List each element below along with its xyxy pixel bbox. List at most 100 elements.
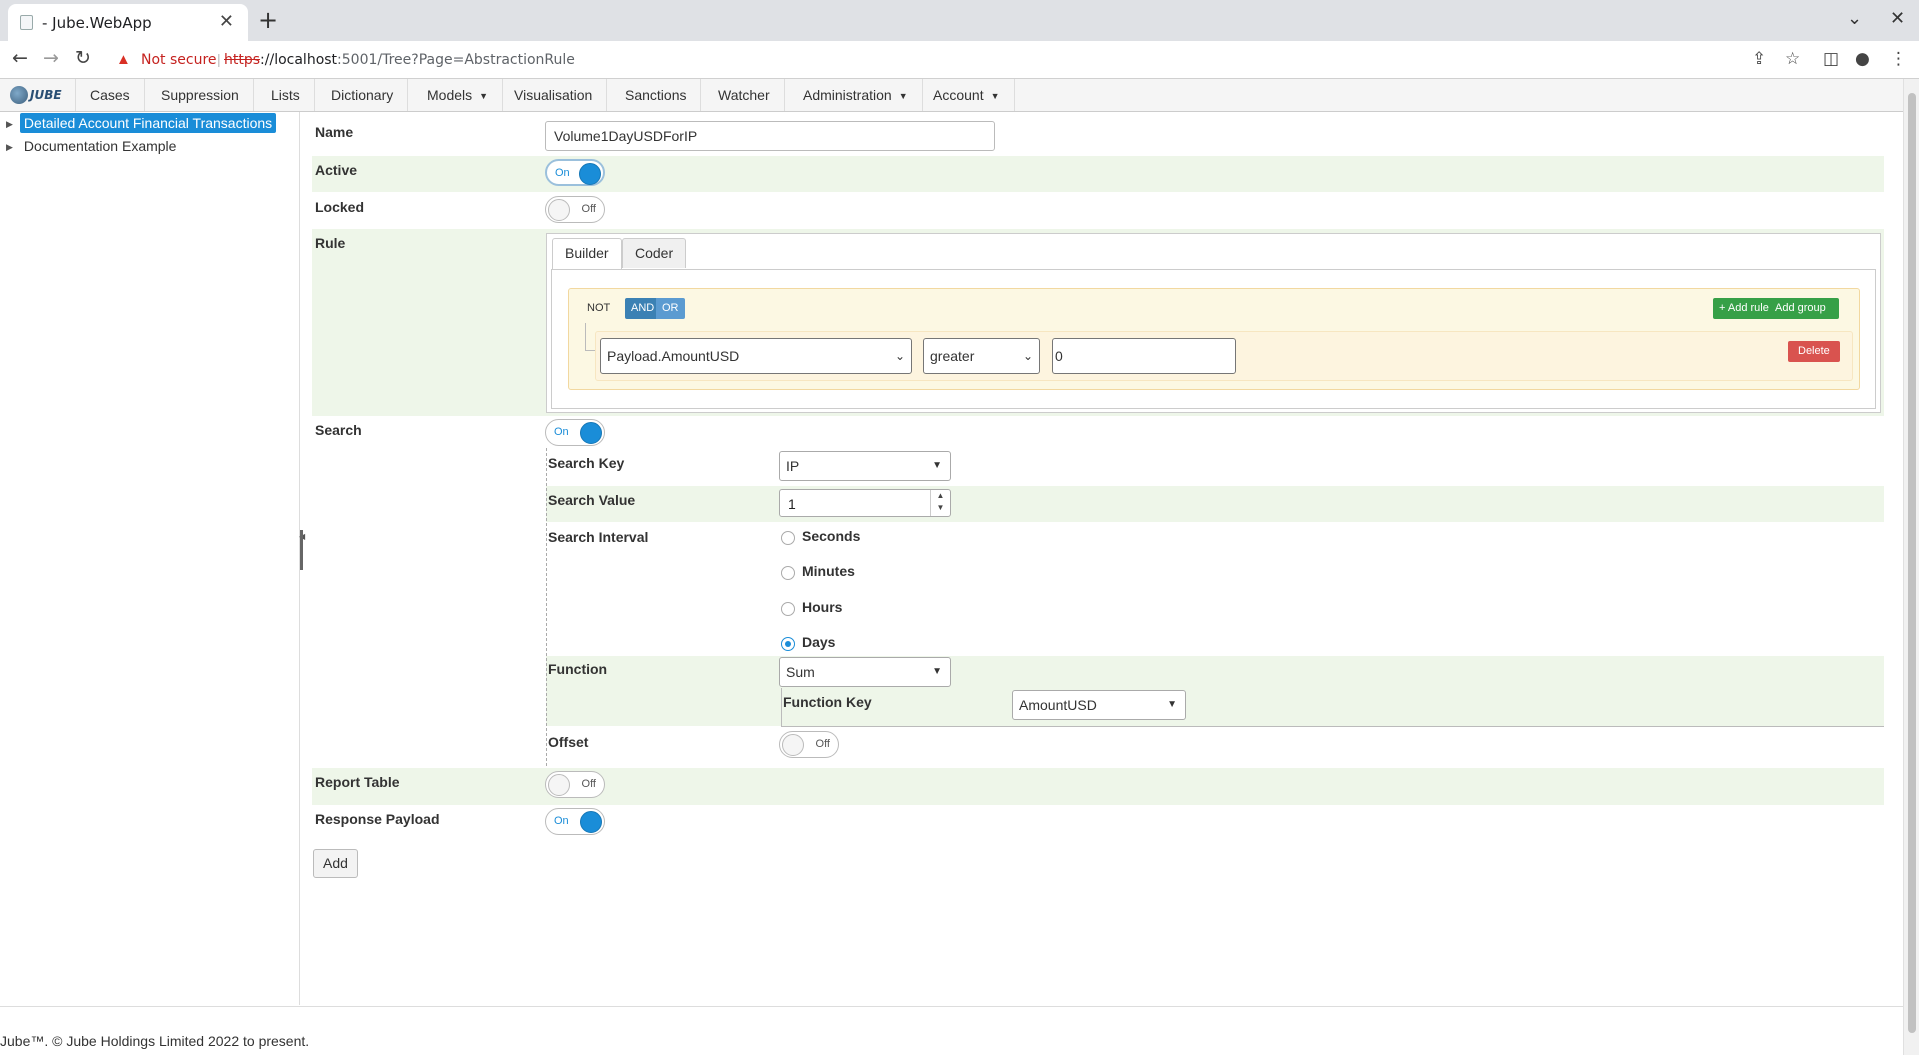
nav-dictionary[interactable]: Dictionary [317, 79, 409, 111]
search-block-border [546, 448, 547, 766]
function-key-underline [781, 726, 1884, 727]
page-favicon-icon [20, 15, 33, 30]
radio-days[interactable] [781, 637, 795, 651]
nav-visualisation[interactable]: Visualisation [500, 79, 608, 111]
browser-tab-strip: - Jube.WebApp ✕ + ⌄ ✕ [0, 0, 1919, 41]
radio-days-label: Days [802, 634, 836, 650]
nav-administration[interactable]: Administration ▼ [789, 79, 923, 111]
caret-down-icon: ▼ [898, 91, 908, 101]
nav-models[interactable]: Models ▼ [413, 79, 504, 111]
function-key-select[interactable]: AmountUSD ▼ [1012, 690, 1186, 720]
search-toggle[interactable]: On [545, 419, 605, 446]
pane-splitter[interactable] [300, 530, 303, 570]
rule-value-input[interactable]: 0 [1052, 338, 1236, 374]
menu-icon[interactable]: ⋮ [1890, 49, 1907, 69]
caret-down-icon: ▼ [479, 91, 489, 101]
logo-text: JUBE [30, 88, 62, 102]
reload-icon[interactable]: ↻ [75, 47, 91, 69]
tab-builder[interactable]: Builder [552, 238, 622, 269]
jube-logo[interactable]: JUBE [10, 84, 62, 106]
and-button[interactable]: AND [625, 298, 661, 319]
or-button[interactable]: OR [656, 298, 685, 319]
browser-tab-title: - Jube.WebApp [42, 14, 152, 32]
tree-item-detailed-account[interactable]: ▶ Detailed Account Financial Transactions [6, 113, 277, 133]
model-tree: ▶ Detailed Account Financial Transactions… [0, 112, 300, 1005]
browser-toolbar: ← → ↻ ▲ Not secure | https://localhost:5… [0, 41, 1919, 79]
close-window-icon[interactable]: ✕ [1890, 8, 1905, 29]
locked-toggle[interactable]: Off [545, 196, 605, 223]
tree-item-documentation-example[interactable]: ▶ Documentation Example [6, 138, 180, 154]
report-table-toggle[interactable]: Off [545, 771, 605, 798]
nav-cases[interactable]: Cases [75, 79, 145, 111]
offset-toggle[interactable]: Off [779, 731, 839, 758]
nav-suppression[interactable]: Suppression [147, 79, 254, 111]
scrollbar-thumb[interactable] [1908, 93, 1916, 1033]
url-text: https://localhost:5001/Tree?Page=Abstrac… [224, 52, 575, 68]
name-input[interactable]: Volume1DayUSDForIP [545, 121, 995, 151]
caret-down-icon: ▼ [990, 91, 1000, 101]
rule-field-select[interactable]: Payload.AmountUSD ⌄ [600, 338, 912, 374]
response-payload-label: Response Payload [315, 811, 440, 827]
radio-minutes-label: Minutes [802, 563, 855, 579]
new-tab-icon[interactable]: + [258, 6, 278, 34]
share-icon[interactable]: ⇪ [1752, 49, 1766, 69]
radio-minutes[interactable] [781, 566, 795, 580]
chevron-down-icon[interactable]: ⌄ [1847, 8, 1862, 29]
url-separator: | [217, 51, 221, 67]
search-value-label: Search Value [548, 492, 636, 508]
chevron-down-icon: ⌄ [1022, 349, 1033, 363]
search-value-stepper[interactable]: 1 ▲ ▼ [779, 489, 951, 517]
chevron-down-icon: ⌄ [894, 349, 905, 363]
radio-hours[interactable] [781, 602, 795, 616]
function-key-border [781, 688, 782, 726]
function-select[interactable]: Sum ▼ [779, 657, 951, 687]
search-key-select[interactable]: IP ▼ [779, 451, 951, 481]
close-tab-icon[interactable]: ✕ [219, 11, 234, 32]
app-navbar: JUBE Cases Suppression Lists Dictionary … [0, 79, 1903, 112]
locked-label: Locked [315, 199, 365, 215]
nav-account[interactable]: Account ▼ [919, 79, 1015, 111]
report-table-label: Report Table [315, 774, 400, 790]
nav-watcher[interactable]: Watcher [704, 79, 785, 111]
radio-seconds[interactable] [781, 531, 795, 545]
tab-coder[interactable]: Coder [622, 238, 687, 268]
delete-rule-button[interactable]: Delete [1788, 341, 1840, 362]
expand-arrow-icon[interactable]: ▶ [6, 119, 13, 129]
star-icon[interactable]: ☆ [1785, 49, 1800, 69]
profile-icon[interactable]: ● [1855, 49, 1870, 69]
add-group-button[interactable]: Add group [1769, 298, 1839, 319]
radio-seconds-label: Seconds [802, 528, 861, 544]
logo-globe-icon [10, 86, 28, 104]
footer-divider [0, 1006, 1903, 1007]
rule-row: Payload.AmountUSD ⌄ greater ⌄ 0 Delete [595, 331, 1853, 381]
rule-builder: Builder Coder NOT AND OR + Add rule Add … [546, 233, 1881, 413]
function-key-label: Function Key [783, 694, 872, 710]
response-payload-toggle[interactable]: On [545, 808, 605, 835]
search-label: Search [315, 422, 362, 438]
search-key-label: Search Key [548, 455, 625, 471]
rule-connector [585, 323, 595, 351]
address-bar[interactable]: ▲ Not secure | https://localhost:5001/Tr… [110, 45, 1760, 75]
caret-down-icon: ▼ [932, 460, 942, 471]
browser-tab[interactable]: - Jube.WebApp ✕ [8, 4, 248, 41]
side-panel-icon[interactable]: ◫ [1823, 49, 1839, 69]
name-label: Name [315, 124, 354, 140]
nav-lists[interactable]: Lists [257, 79, 315, 111]
footer-text: Jube™. © Jube Holdings Limited 2022 to p… [0, 1033, 310, 1049]
back-icon[interactable]: ← [12, 47, 28, 69]
offset-label: Offset [548, 734, 589, 750]
add-rule-button[interactable]: + Add rule [1713, 298, 1775, 319]
active-toggle[interactable]: On [545, 159, 605, 186]
row-function-bg [546, 656, 1884, 726]
caret-down-icon: ▼ [932, 666, 942, 677]
add-button[interactable]: Add [313, 849, 358, 878]
active-label: Active [315, 162, 358, 178]
not-button[interactable]: NOT [581, 298, 617, 319]
row-search-value-bg [546, 486, 1884, 522]
forward-icon[interactable]: → [43, 47, 59, 69]
stepper-arrows-icon[interactable]: ▲ ▼ [930, 490, 950, 516]
expand-arrow-icon[interactable]: ▶ [6, 142, 13, 152]
rule-operator-select[interactable]: greater ⌄ [923, 338, 1040, 374]
vertical-scrollbar[interactable] [1903, 79, 1919, 1055]
nav-sanctions[interactable]: Sanctions [611, 79, 702, 111]
